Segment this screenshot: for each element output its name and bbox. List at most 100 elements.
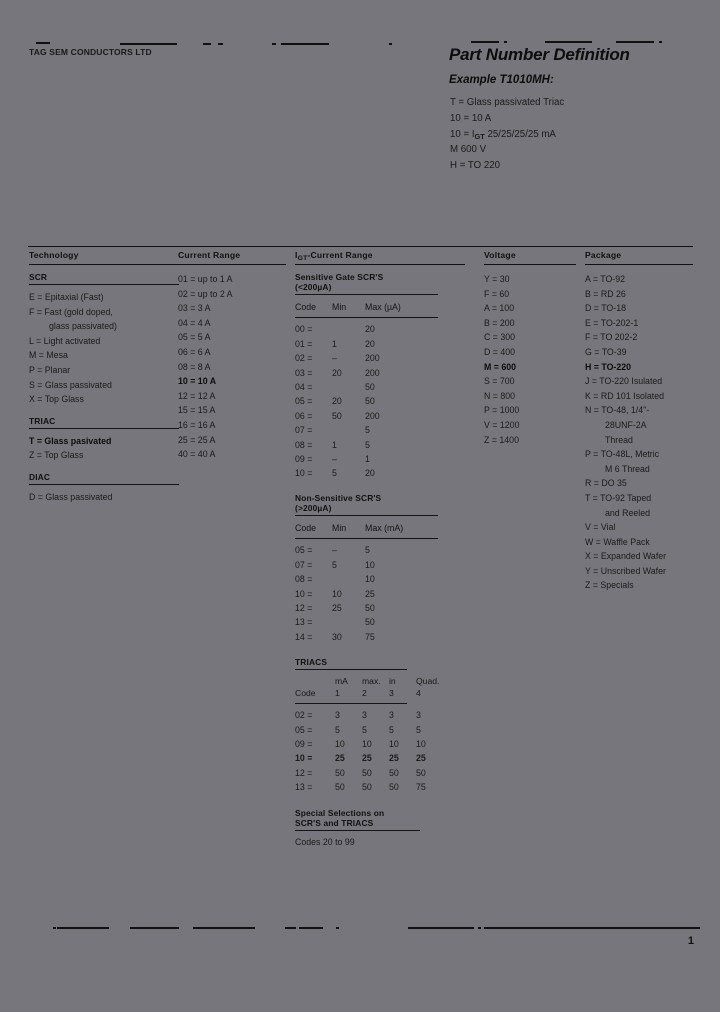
package-item: P = TO-48L, Metric M 6 Thread (585, 447, 710, 476)
non-sensitive-row: 14 = 30 75 (295, 630, 465, 644)
current-range-item: 01 = up to 1 A (178, 274, 233, 284)
voltage-item: A = 100 (484, 303, 515, 314)
triacs-row-cell: 50 (362, 782, 372, 793)
group-title-non-sensitive: Non-Sensitive SCR'S (295, 492, 382, 503)
column-header-voltage: Voltage (484, 250, 516, 260)
subtable-rule (295, 317, 438, 319)
current-range-item: 40 = 40 A (178, 449, 216, 460)
sensitive-row-max: 200 (365, 367, 380, 378)
package-item: E = TO-202-1 (585, 317, 639, 328)
package-item: B = RD 26 (585, 288, 626, 299)
crop-mark-top-5 (272, 43, 276, 45)
group-title-triacs: TRIACS (295, 657, 328, 668)
sensitive-row-min: 20 (332, 367, 342, 378)
sensitive-row-code: 09 = (295, 454, 313, 465)
triacs-head-top-cell: mA (335, 676, 348, 687)
example-heading: Example T1010MH: (449, 74, 554, 86)
subtable-non-sensitive: 05 = – 5 07 = 5 10 08 = 10 10 = 10 25 12 = 25 50 13 = 5… (295, 543, 465, 644)
column-header-technology: Technology (29, 250, 79, 260)
current-range-item: 03 = 3 A (178, 303, 211, 314)
table-top-rule (28, 246, 693, 247)
triacs-row-cell: 75 (416, 782, 426, 793)
column-header-package: Package (585, 250, 622, 260)
example-line: H = TO 220 (450, 160, 501, 172)
current-range-item: 12 = 12 A (178, 390, 216, 401)
group-rule-triacs (295, 669, 407, 671)
non-sensitive-row-max: 50 (365, 617, 375, 628)
subtable-header-non-sensitive: Code Min Max (mA) (295, 522, 404, 533)
sensitive-row-code: 02 = (295, 353, 313, 364)
package-item: X = Expanded Wafer (585, 551, 667, 562)
non-sensitive-row-max: 25 (365, 588, 375, 599)
non-sensitive-row: 05 = – 5 (295, 543, 465, 557)
triacs-row-cell: 25 (362, 753, 372, 764)
triacs-row-cell: 3 (335, 710, 340, 721)
current-range-item: 25 = 25 A (178, 434, 216, 445)
group-title-special-2: SCR'S and TRIACS (295, 817, 374, 828)
sensitive-row-min: – (332, 353, 337, 364)
triacs-row-cell: 50 (389, 782, 399, 793)
crop-mark-bottom-10 (484, 927, 700, 929)
tech-item: P = Planar (29, 364, 71, 375)
voltage-item: Z = 1400 (484, 434, 519, 445)
group-title-scr: SCR (29, 272, 48, 282)
triacs-row-cell: 10 (362, 738, 372, 749)
example-line: 10 = 10 A (450, 112, 492, 124)
triacs-row-cell: 50 (335, 767, 345, 778)
triacs-row-code: 02 = (295, 710, 313, 721)
voltage-item: Y = 30 (484, 274, 510, 284)
package-item-cont: 28UNF-2A (605, 419, 647, 430)
column-header-rule (178, 264, 286, 265)
sensitive-row-max: 20 (365, 338, 375, 349)
column-header-rule (29, 264, 179, 265)
voltage-item: M = 600 (484, 361, 517, 372)
sensitive-row-min: 1 (332, 338, 337, 349)
sensitive-row-max: 5 (365, 439, 370, 450)
triacs-row: 05 = 5 5 5 5 (295, 723, 465, 737)
subtable-sensitive: 00 = 20 01 = 1 20 02 = –200 03 = 20 200 04 = 50 05 =… (295, 322, 465, 480)
column-header-rule (295, 264, 465, 265)
non-sensitive-row-max: 50 (365, 602, 375, 613)
triacs-row-cell: 5 (335, 724, 340, 735)
triacs-row-code: 10 = (295, 753, 313, 764)
page-title: Part Number Definition (449, 45, 630, 64)
sensitive-row-min: 1 (332, 439, 337, 450)
package-item: A = TO-92 (585, 274, 626, 284)
triacs-row-code: 05 = (295, 724, 313, 735)
group-rule-diac (29, 483, 179, 485)
triacs-row-cell: 50 (335, 782, 345, 793)
sensitive-row-max: 200 (365, 410, 380, 421)
sensitive-row: 00 = 20 (295, 322, 465, 336)
non-sensitive-row-max: 10 (365, 574, 375, 585)
sensitive-row-code: 01 = (295, 338, 313, 349)
column-header-rule (585, 264, 693, 265)
crop-mark-top-12 (659, 41, 662, 43)
crop-mark-top-10 (545, 41, 592, 43)
triacs-row-cell: 50 (362, 767, 372, 778)
crop-mark-top-1 (36, 42, 50, 44)
column-technology: Technology SCR E = Epitaxial (Fast) F = … (29, 250, 179, 505)
voltage-item: N = 800 (484, 390, 516, 401)
sensitive-row-min: 5 (332, 468, 337, 479)
triacs-row-cell: 3 (389, 710, 394, 721)
package-item: Z = Specials (585, 580, 634, 591)
non-sensitive-row-max: 10 (365, 559, 375, 570)
sensitive-row-max: 5 (365, 425, 370, 436)
sensitive-row-code: 10 = (295, 468, 313, 479)
non-sensitive-row-code: 10 = (295, 588, 313, 599)
crop-mark-bottom-4 (193, 927, 255, 929)
special-codes-note: Codes 20 to 99 (295, 836, 355, 847)
group-rule-special (295, 829, 420, 831)
triacs-header-top: mA max. in Quad. (295, 675, 465, 687)
column-header-igt-current-range: IGT-Current Range (295, 250, 373, 262)
voltage-item: S = 700 (484, 376, 515, 387)
sensitive-row-min: 20 (332, 396, 342, 407)
non-sensitive-row-min: 30 (332, 631, 342, 642)
column-header-rule (484, 264, 576, 265)
crop-mark-top-7 (389, 43, 392, 45)
group-rule-non-sensitive (295, 514, 438, 516)
tech-item: Z = Top Glass (29, 450, 84, 461)
triacs-head-quad-cell: 1 (335, 688, 340, 699)
current-range-item: 08 = 8 A (178, 361, 211, 372)
package-item: V = Vial (585, 522, 616, 533)
